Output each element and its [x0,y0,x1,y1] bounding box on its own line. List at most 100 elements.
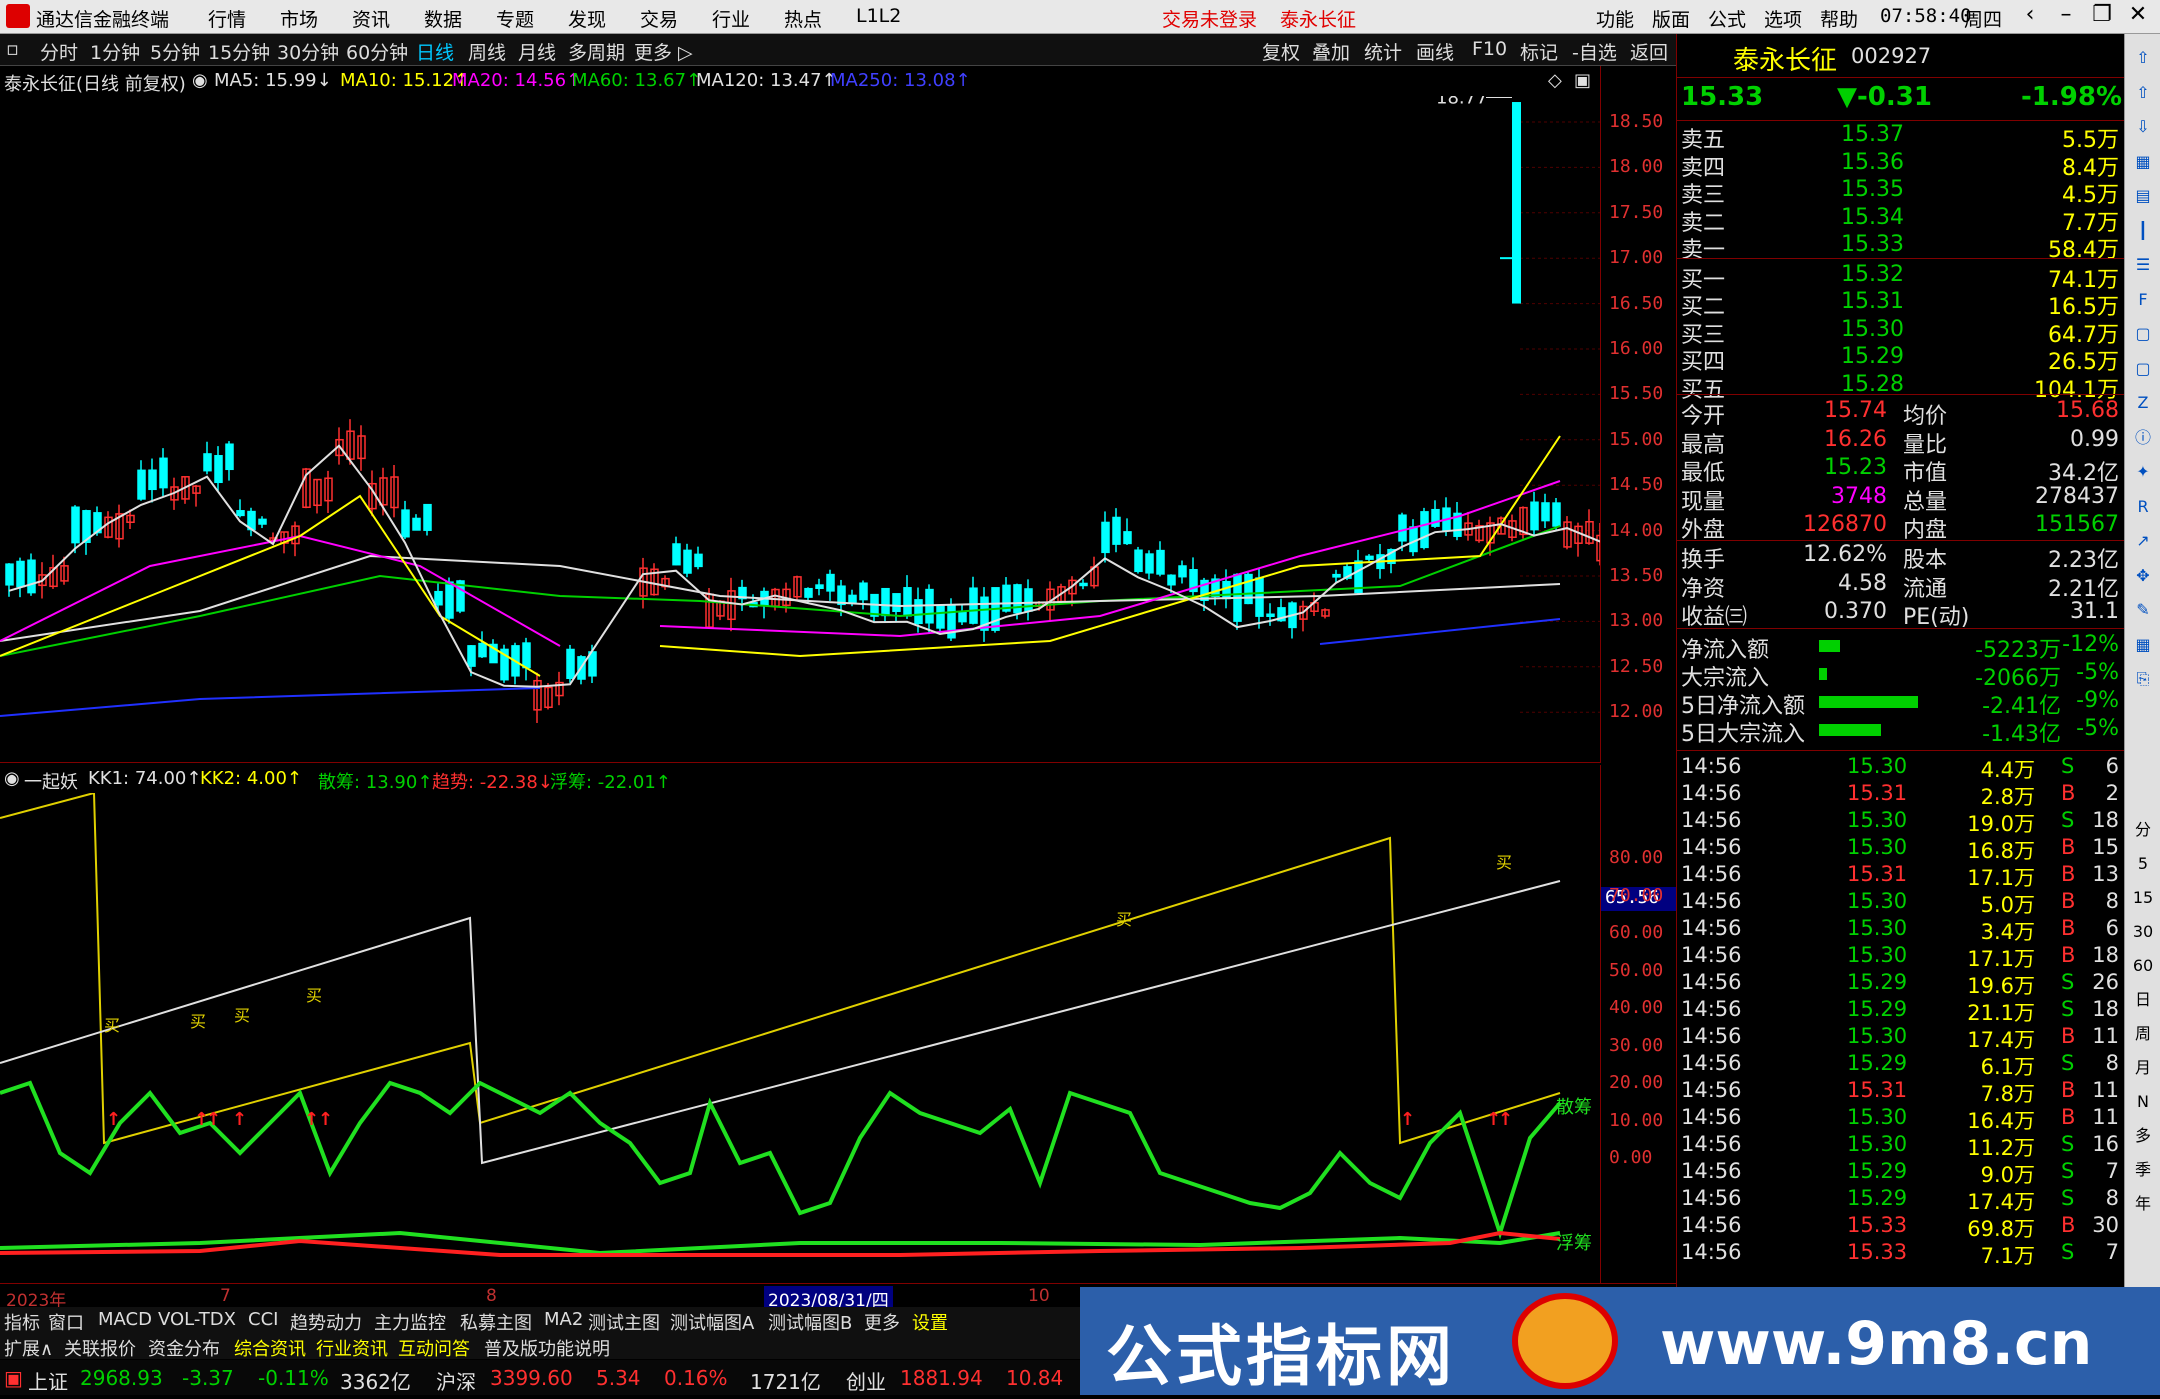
buy-level[interactable]: 买四 15.29 26.5万 [1677,344,2125,375]
tab-info-2[interactable]: 资金分布 [148,1335,220,1361]
tab-info-4[interactable]: 行业资讯 [316,1335,388,1361]
tab-indicator-5[interactable]: 趋势动力 [290,1309,362,1335]
btn-fanhui[interactable]: 返回 [1630,38,1668,65]
tab-indicator-7[interactable]: 私募主图 [460,1309,532,1335]
legend-toggle-icon[interactable]: ◉ [192,70,208,91]
indicator-toggle-icon[interactable]: ◉ [4,768,20,789]
restore-icon[interactable]: ❐ [2084,2,2120,27]
menu-l1l2[interactable]: L1L2 [856,5,901,27]
menu-faxian[interactable]: 发现 [568,5,606,32]
login-status[interactable]: 交易未登录 [1162,5,1257,32]
side-period-0[interactable]: 分 [2131,818,2155,842]
indicator-chart[interactable]: 买买买买买买↑ ↑↑ ↑ ↑↑ ↑ ↑↑散筹浮筹 [0,793,1600,1283]
btn-tongji[interactable]: 统计 [1364,38,1402,65]
menu-banmian[interactable]: 版面 [1652,5,1690,32]
tab-indicator-1[interactable]: 窗口 [48,1309,84,1335]
btn-f10[interactable]: F10 [1472,38,1507,60]
period-30min[interactable]: 30分钟 [277,38,339,65]
tab-indicator-11[interactable]: 测试幅图B [768,1309,852,1335]
chart-icon[interactable]: ▤ [2131,184,2155,208]
btn-fuquan[interactable]: 复权 [1262,38,1300,65]
side-period-2[interactable]: 15 [2131,886,2155,910]
menu-redian[interactable]: 热点 [784,5,822,32]
menu-hangqing[interactable]: 行情 [208,5,246,32]
tab-indicator-12[interactable]: 更多 [864,1309,900,1335]
sell-level[interactable]: 卖一 15.33 58.4万 [1677,232,2125,263]
pen-icon[interactable]: ✎ [2131,598,2155,622]
menu-xuanxiang[interactable]: 选项 [1764,5,1802,32]
side-period-1[interactable]: 5 [2131,852,2155,876]
side-period-8[interactable]: N [2131,1090,2155,1114]
side-period-3[interactable]: 30 [2131,920,2155,944]
tab-indicator-13[interactable]: 设置 [912,1309,948,1335]
period-1min[interactable]: 1分钟 [90,38,140,65]
tab-info-5[interactable]: 互动问答 [398,1335,470,1361]
back-icon[interactable]: ‹ [2012,2,2048,27]
menu-hangye[interactable]: 行业 [712,5,750,32]
sell-level[interactable]: 卖三 15.35 4.5万 [1677,177,2125,208]
window-icon[interactable]: ▣ [1574,70,1591,91]
grid-icon[interactable]: ▦ [2131,633,2155,657]
fz-icon[interactable]: Z [2131,391,2155,415]
side-period-10[interactable]: 季 [2131,1158,2155,1182]
menu-jiaoyi[interactable]: 交易 [640,5,678,32]
fio-icon[interactable]: F [2131,288,2155,312]
side-period-4[interactable]: 60 [2131,954,2155,978]
candlestick-chart[interactable]: 18.77 [0,96,1600,763]
tab-info-0[interactable]: 扩展∧ [4,1335,53,1361]
grid-icon[interactable]: ▦ [2131,150,2155,174]
tab-indicator-3[interactable]: VOL-TDX [158,1309,236,1330]
info-icon[interactable]: ⓘ [2131,426,2155,450]
rsi-icon[interactable]: R [2131,495,2155,519]
hs-label[interactable]: 沪深 [436,1366,476,1395]
up-icon[interactable]: ⇧ [2131,81,2155,105]
sell-level[interactable]: 卖四 15.36 8.4万 [1677,150,2125,181]
menu-gongshi[interactable]: 公式 [1708,5,1746,32]
buy-level[interactable]: 买三 15.30 64.7万 [1677,317,2125,348]
sh-label[interactable]: 上证 [28,1366,68,1395]
list-icon[interactable]: ☰ [2131,253,2155,277]
period-more[interactable]: 更多 ▷ [634,38,693,65]
menu-zhuanti[interactable]: 专题 [496,5,534,32]
btn-zixuan[interactable]: -自选 [1572,38,1617,65]
tab-indicator-2[interactable]: MACD [98,1309,152,1330]
doc-icon[interactable]: ▢ [2131,322,2155,346]
side-period-9[interactable]: 多 [2131,1124,2155,1148]
menu-zixun[interactable]: 资讯 [352,5,390,32]
trend-icon[interactable]: ↗ [2131,529,2155,553]
btn-huaxian[interactable]: 画线 [1416,38,1454,65]
period-60min[interactable]: 60分钟 [346,38,408,65]
side-period-6[interactable]: 周 [2131,1022,2155,1046]
tab-indicator-4[interactable]: CCI [248,1309,278,1330]
period-5min[interactable]: 5分钟 [150,38,200,65]
tab-info-1[interactable]: 关联报价 [64,1335,136,1361]
side-period-11[interactable]: 年 [2131,1192,2155,1216]
candle-icon[interactable]: ┃ [2131,219,2155,243]
down-icon[interactable]: ⇩ [2131,115,2155,139]
side-period-7[interactable]: 月 [2131,1056,2155,1080]
menu-shichang[interactable]: 市场 [280,5,318,32]
period-15min[interactable]: 15分钟 [208,38,270,65]
tab-indicator-9[interactable]: 测试主图 [588,1309,660,1335]
sell-level[interactable]: 卖二 15.34 7.7万 [1677,205,2125,236]
doc-icon[interactable]: ▢ [2131,357,2155,381]
diamond-icon[interactable]: ◇ [1548,70,1562,91]
period-weekly[interactable]: 周线 [468,38,506,65]
menu-bangzhu[interactable]: 帮助 [1820,5,1858,32]
cy-label[interactable]: 创业 [846,1366,886,1395]
buy-level[interactable]: 买一 15.32 74.1万 [1677,262,2125,293]
minimize-icon[interactable]: – [2048,2,2084,27]
tab-indicator-8[interactable]: MA2 [544,1309,583,1330]
period-multi[interactable]: 多周期 [568,38,625,65]
up-icon[interactable]: ⇧ [2131,46,2155,70]
tab-indicator-6[interactable]: 主力监控 [374,1309,446,1335]
buy-level[interactable]: 买二 15.31 16.5万 [1677,289,2125,320]
tab-indicator-0[interactable]: 指标 [4,1309,40,1335]
period-monthly[interactable]: 月线 [518,38,556,65]
period-daily[interactable]: 日线 [416,38,454,65]
tab-indicator-10[interactable]: 测试幅图A [670,1309,754,1335]
btn-biaoji[interactable]: 标记 [1520,38,1558,65]
tab-info-3[interactable]: 综合资讯 [234,1335,306,1361]
star-icon[interactable]: ✦ [2131,460,2155,484]
menu-shuju[interactable]: 数据 [424,5,462,32]
